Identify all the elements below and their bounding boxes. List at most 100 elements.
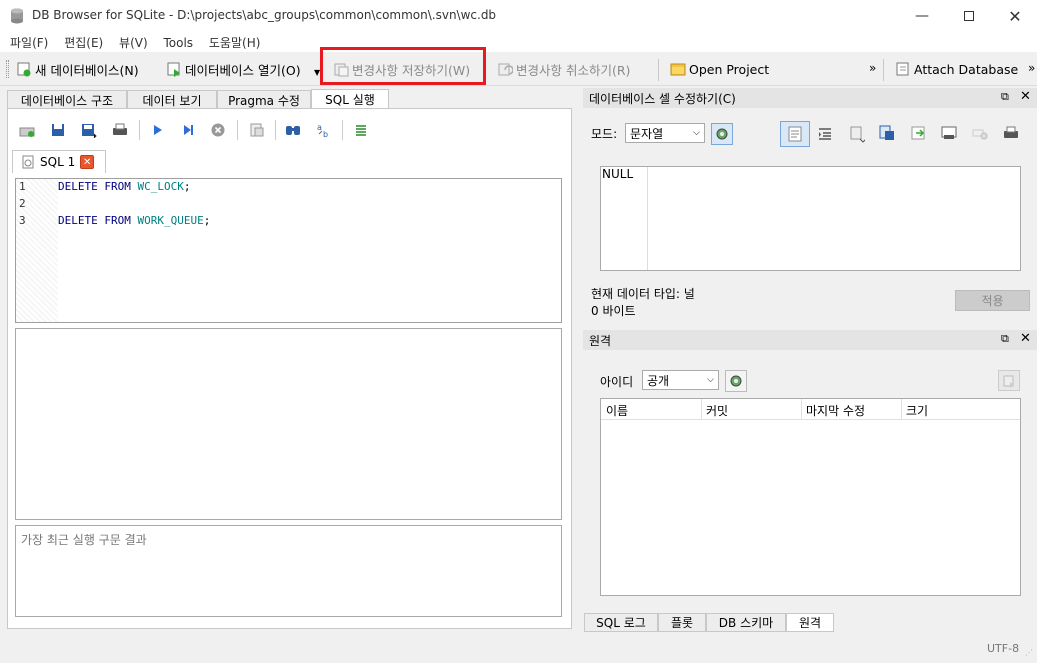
open-tab-button[interactable] <box>16 120 38 140</box>
document-icon <box>788 126 802 142</box>
menu-file[interactable]: 파일(F) <box>4 32 54 53</box>
find-replace-button[interactable]: ab <box>313 120 335 140</box>
tab-browse-data[interactable]: 데이터 보기 <box>127 90 217 109</box>
push-database-button[interactable] <box>998 370 1020 391</box>
toolbar-grip <box>6 60 9 78</box>
stop-icon <box>211 123 225 137</box>
comment-icon <box>356 125 366 136</box>
resize-grip-icon[interactable]: ⋰ <box>1025 648 1033 657</box>
remote-tree[interactable]: 이름 커밋 마지막 수정 크기 <box>600 398 1021 596</box>
new-database-label: 새 데이터베이스(N) <box>35 62 139 78</box>
attach-database-icon <box>896 62 909 76</box>
export-icon <box>879 125 894 140</box>
toolbar-overflow-icon[interactable]: » <box>1028 61 1035 75</box>
sql-editor-tab[interactable]: SQL 1 ✕ <box>12 150 106 173</box>
cell-value: NULL <box>602 167 634 181</box>
open-tab-icon <box>19 127 35 137</box>
window-title: DB Browser for SQLite - D:\projects\abc_… <box>32 8 497 22</box>
close-dock-icon[interactable]: ✕ <box>1020 331 1031 346</box>
column-size[interactable]: 크기 <box>906 402 928 419</box>
column-last-modified[interactable]: 마지막 수정 <box>806 402 865 419</box>
column-divider <box>801 399 802 420</box>
identity-select[interactable]: 공개 ⌵ <box>642 370 719 390</box>
attach-database-button[interactable]: Attach Database <box>895 58 1018 80</box>
print-icon <box>1004 126 1018 138</box>
cell-editor-text[interactable]: NULL <box>600 166 1021 271</box>
result-message-area[interactable]: 가장 최근 실행 구문 결과 <box>15 525 562 617</box>
revert-changes-button[interactable]: 변경사항 취소하기(R) <box>497 58 630 80</box>
highlight-box <box>320 47 486 85</box>
menu-view[interactable]: 뷰(V) <box>113 32 154 53</box>
new-database-icon <box>17 62 31 77</box>
results-grid[interactable] <box>15 328 562 520</box>
database-icon <box>11 8 23 24</box>
menu-edit[interactable]: 편집(E) <box>58 32 109 53</box>
mode-label: 모드: <box>591 127 618 141</box>
word-wrap-button[interactable] <box>780 121 810 147</box>
revert-changes-label: 변경사항 취소하기(R) <box>516 62 631 78</box>
encoding-status: UTF-8 <box>987 642 1020 655</box>
import-cell-button[interactable] <box>849 125 867 146</box>
toolbar-separator <box>275 120 276 140</box>
open-project-icon <box>670 63 686 76</box>
open-project-button[interactable]: Open Project <box>670 58 769 80</box>
find-button[interactable] <box>282 120 304 140</box>
open-in-external-button[interactable] <box>941 125 957 144</box>
statement-end: ; <box>183 180 191 193</box>
column-commit[interactable]: 커밋 <box>706 402 728 419</box>
export-cell-button[interactable] <box>879 125 895 144</box>
close-tab-icon[interactable]: ✕ <box>80 155 95 169</box>
new-database-button[interactable]: 새 데이터베이스(N) <box>16 58 139 80</box>
float-dock-icon[interactable]: ⧉ <box>1001 332 1009 346</box>
column-name[interactable]: 이름 <box>606 402 628 419</box>
execute-all-button[interactable] <box>146 120 168 140</box>
print-icon <box>113 123 127 135</box>
tab-remote[interactable]: 원격 <box>786 613 834 632</box>
maximize-button[interactable] <box>946 0 992 32</box>
auto-switch-mode-button[interactable] <box>711 123 733 145</box>
gear-icon <box>730 375 742 387</box>
close-dock-icon[interactable]: ✕ <box>1020 89 1031 104</box>
comment-block-button[interactable] <box>350 120 372 140</box>
print-button[interactable] <box>109 120 131 140</box>
gear-icon <box>716 128 728 140</box>
tab-database-structure[interactable]: 데이터베이스 구조 <box>7 90 127 109</box>
tab-execute-sql[interactable]: SQL 실행 <box>311 89 389 109</box>
open-sql-file-button[interactable] <box>47 120 69 140</box>
identity-settings-button[interactable] <box>725 370 747 392</box>
chevron-down-icon: ⌵ <box>707 375 714 385</box>
external-app-icon <box>941 126 957 139</box>
open-database-button[interactable]: 데이터베이스 열기(O) <box>166 58 301 80</box>
line-number: 2 <box>19 197 26 210</box>
apply-button[interactable]: 적용 <box>955 290 1030 311</box>
disabled-tool-button[interactable] <box>972 127 988 144</box>
remote-header: 원격 ⧉ ✕ <box>583 330 1037 350</box>
save-results-icon <box>250 123 264 137</box>
mode-select[interactable]: 문자열 ⌵ <box>625 123 705 143</box>
stop-execution-button[interactable] <box>207 120 229 140</box>
print-cell-button[interactable] <box>1003 125 1019 144</box>
minimize-button[interactable]: — <box>899 0 945 32</box>
close-window-button[interactable]: ✕ <box>992 0 1037 32</box>
mode-value: 문자열 <box>630 126 664 141</box>
set-null-button[interactable] <box>910 125 926 144</box>
toolbar-overflow-icon[interactable]: » <box>869 61 876 75</box>
tab-sql-log[interactable]: SQL 로그 <box>584 613 658 632</box>
sql-editor[interactable]: 1 2 3 DELETE FROM WC_LOCK; DELETE FROM W… <box>15 178 562 323</box>
find-icon <box>286 126 300 135</box>
indent-button[interactable] <box>818 127 832 144</box>
table-name: WC_LOCK <box>137 180 184 193</box>
data-type-info: 현재 데이터 타입: 널 <box>591 287 695 301</box>
menu-help[interactable]: 도움말(H) <box>203 32 267 53</box>
menu-tools[interactable]: Tools <box>158 34 200 52</box>
float-dock-icon[interactable]: ⧉ <box>1001 90 1009 104</box>
save-sql-file-button[interactable] <box>78 120 100 140</box>
toolbar-separator <box>342 120 343 140</box>
execute-line-button[interactable] <box>177 120 199 140</box>
remote-title: 원격 <box>589 333 612 348</box>
identity-label: 아이디 <box>600 375 634 389</box>
save-results-button[interactable] <box>246 120 268 140</box>
tab-edit-pragmas[interactable]: Pragma 수정 <box>217 90 311 109</box>
tab-db-schema[interactable]: DB 스키마 <box>706 613 786 632</box>
tab-plot[interactable]: 플롯 <box>658 613 706 632</box>
